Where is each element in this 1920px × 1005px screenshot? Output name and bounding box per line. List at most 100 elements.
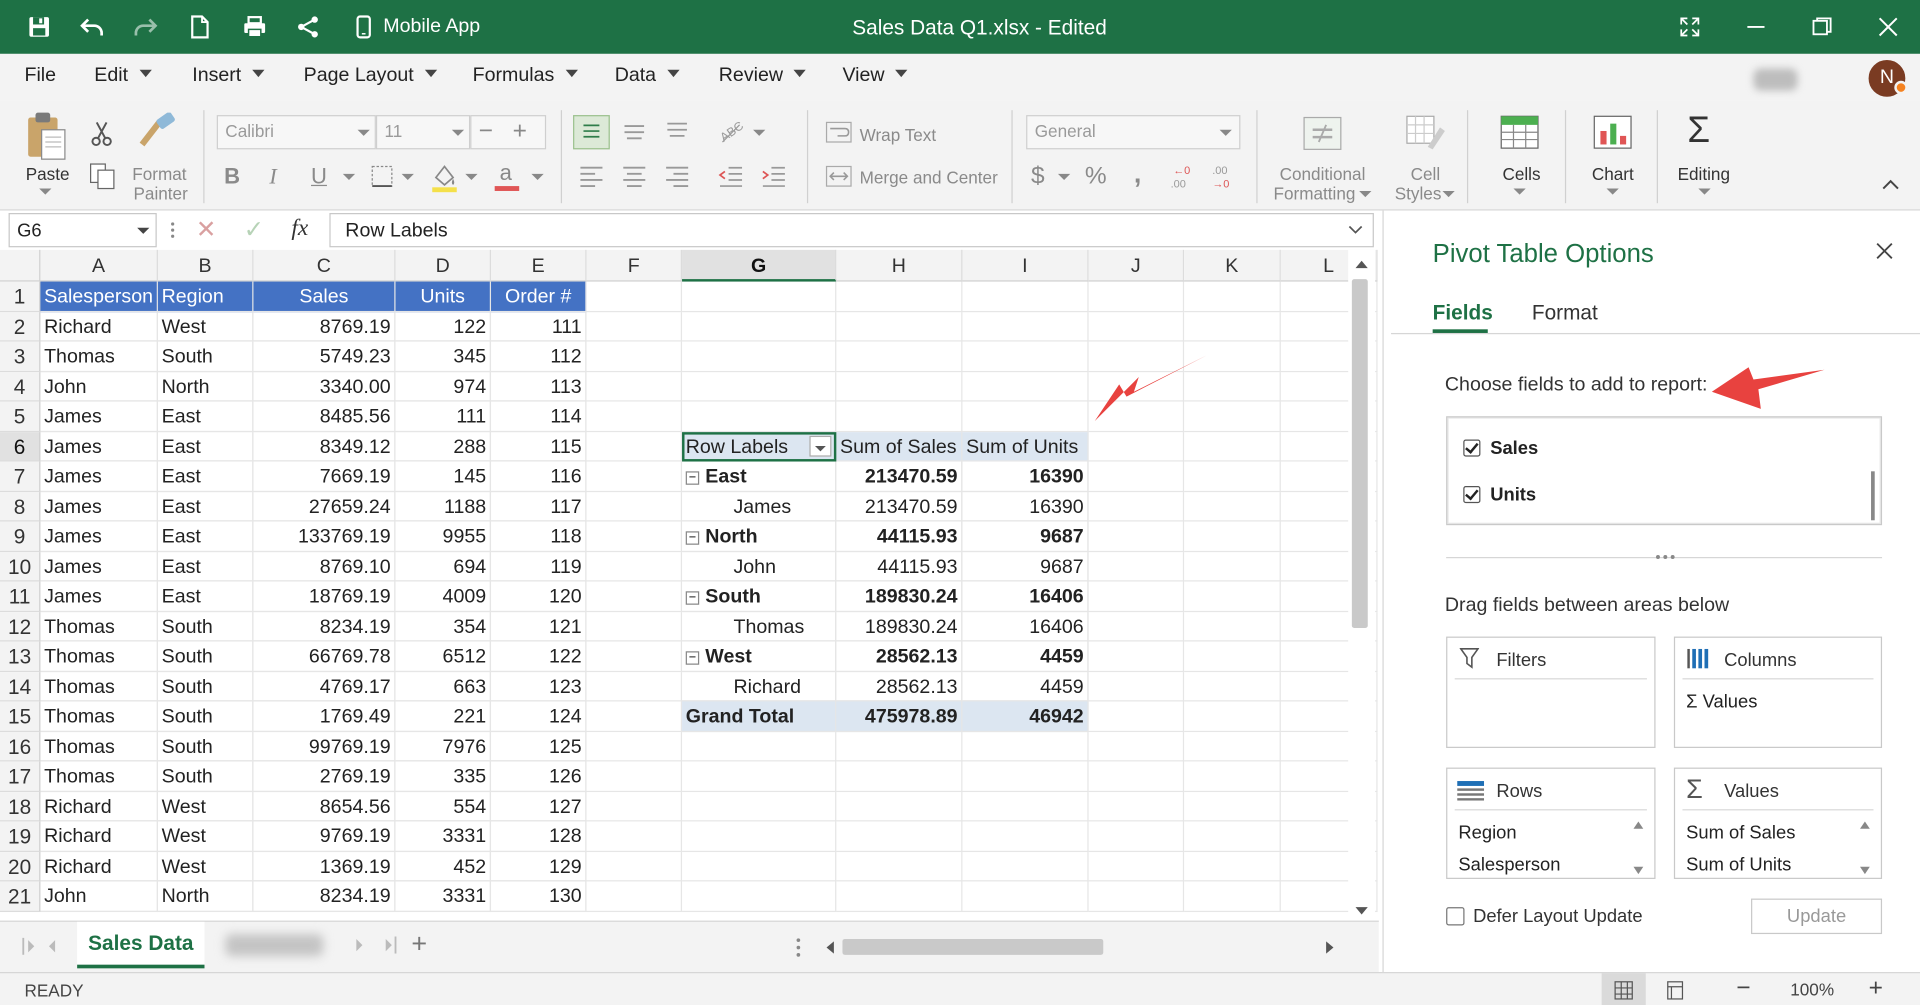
cell[interactable] <box>586 821 683 852</box>
table-cell[interactable]: South <box>157 731 254 762</box>
cell[interactable] <box>1088 581 1185 612</box>
cell[interactable] <box>682 851 837 882</box>
pivot-units-cell[interactable]: 4459 <box>962 641 1089 672</box>
cell[interactable] <box>1088 611 1185 642</box>
row-header-14[interactable]: 14 <box>0 671 41 702</box>
add-sheet-icon[interactable]: + <box>411 928 427 960</box>
cell[interactable] <box>962 821 1089 852</box>
cell[interactable] <box>836 821 963 852</box>
orientation-icon[interactable]: ABC <box>715 115 747 147</box>
chevron-down-icon[interactable] <box>39 188 52 195</box>
table-cell[interactable]: 112 <box>491 341 587 372</box>
table-cell[interactable]: East <box>157 431 254 462</box>
sheet-nav-next-icons[interactable] <box>353 936 397 954</box>
table-cell[interactable]: South <box>157 671 254 702</box>
table-header-cell[interactable]: Region <box>157 281 254 312</box>
cancel-icon[interactable]: ✕ <box>196 214 217 245</box>
cell[interactable] <box>1088 551 1185 582</box>
table-cell[interactable]: 120 <box>491 581 587 612</box>
cell[interactable] <box>586 341 683 372</box>
cell[interactable] <box>1184 731 1281 762</box>
table-cell[interactable]: Thomas <box>40 611 158 642</box>
cell[interactable] <box>1184 881 1281 912</box>
chevron-down-icon[interactable] <box>401 173 414 180</box>
chevron-down-icon[interactable] <box>753 129 766 136</box>
wrap-text-label[interactable]: Wrap Text <box>860 125 937 145</box>
field-list-scrollbar[interactable] <box>1871 471 1875 521</box>
tab-format[interactable]: Format <box>1532 301 1598 325</box>
table-cell[interactable]: East <box>157 521 254 552</box>
field-units[interactable]: Units <box>1463 485 1732 509</box>
collapse-ribbon-icon[interactable] <box>1881 176 1901 191</box>
field-sales[interactable]: Sales <box>1463 438 1732 462</box>
table-cell[interactable]: 694 <box>395 551 492 582</box>
page-layout-view-icon[interactable] <box>1665 981 1685 1001</box>
pivot-sales-cell[interactable]: 28562.13 <box>836 641 963 672</box>
cell[interactable] <box>586 521 683 552</box>
table-cell[interactable]: South <box>157 701 254 732</box>
table-cell[interactable]: 1188 <box>395 491 492 522</box>
pivot-units-cell[interactable]: 16390 <box>962 491 1089 522</box>
cell[interactable] <box>962 371 1089 402</box>
scroll-down-icon[interactable] <box>1354 906 1369 916</box>
cell[interactable] <box>1184 461 1281 492</box>
align-left-button[interactable] <box>576 162 608 191</box>
table-cell[interactable]: 8234.19 <box>253 611 396 642</box>
cell[interactable] <box>1184 851 1281 882</box>
share-icon[interactable] <box>294 12 323 41</box>
cell[interactable] <box>962 761 1089 792</box>
table-cell[interactable]: 122 <box>491 641 587 672</box>
cell[interactable] <box>1184 521 1281 552</box>
pivot-units-cell[interactable]: 16406 <box>962 581 1089 612</box>
menu-file[interactable]: File <box>24 65 56 87</box>
collapse-icon[interactable]: − <box>685 651 700 665</box>
sheet-tab-blurred[interactable] <box>225 934 324 957</box>
editing-label[interactable]: Editing <box>1678 164 1730 184</box>
cell[interactable] <box>1184 551 1281 582</box>
cell[interactable] <box>586 851 683 882</box>
collapse-icon[interactable]: − <box>685 471 700 485</box>
row-header-16[interactable]: 16 <box>0 731 41 762</box>
table-cell[interactable]: Thomas <box>40 761 158 792</box>
table-cell[interactable]: 128 <box>491 821 587 852</box>
mobile-icon[interactable] <box>349 12 378 41</box>
menu-edit[interactable]: Edit <box>94 65 152 87</box>
table-cell[interactable]: 452 <box>395 851 492 882</box>
pivot-units-cell[interactable]: 9687 <box>962 521 1089 552</box>
comma-button[interactable]: , <box>1134 160 1142 187</box>
row-header-7[interactable]: 7 <box>0 461 41 492</box>
menu-review[interactable]: Review <box>719 65 807 87</box>
borders-icon[interactable] <box>370 164 394 188</box>
table-cell[interactable]: East <box>157 401 254 432</box>
pivot-sales-cell[interactable]: 44115.93 <box>836 551 963 582</box>
cell[interactable] <box>1088 461 1185 492</box>
cell[interactable] <box>1088 791 1185 822</box>
pivot-item-label[interactable]: James <box>682 491 837 522</box>
columns-item-values[interactable]: Σ Values <box>1686 692 1757 713</box>
cell[interactable] <box>1184 761 1281 792</box>
avatar[interactable]: N <box>1866 57 1908 100</box>
row-header-1[interactable]: 1 <box>0 281 41 312</box>
table-cell[interactable]: West <box>157 791 254 822</box>
vertical-scroll-thumb[interactable] <box>1351 279 1368 629</box>
table-cell[interactable]: 127 <box>491 791 587 822</box>
table-cell[interactable]: North <box>157 371 254 402</box>
chevron-down-icon[interactable] <box>342 173 356 180</box>
table-cell[interactable]: Richard <box>40 851 158 882</box>
table-cell[interactable]: 123 <box>491 671 587 702</box>
formula-bar-grip[interactable] <box>170 220 175 240</box>
row-header-8[interactable]: 8 <box>0 491 41 522</box>
row-header-15[interactable]: 15 <box>0 701 41 732</box>
fill-color-icon[interactable] <box>430 162 459 194</box>
table-cell[interactable]: 27659.24 <box>253 491 396 522</box>
format-painter-icon[interactable] <box>137 112 179 150</box>
table-header-cell[interactable]: Order # <box>491 281 587 312</box>
table-cell[interactable]: 8349.12 <box>253 431 396 462</box>
table-cell[interactable]: South <box>157 341 254 372</box>
pivot-grand-total-units[interactable]: 46942 <box>962 701 1089 732</box>
row-header-13[interactable]: 13 <box>0 641 41 672</box>
cell[interactable] <box>1184 641 1281 672</box>
cell[interactable] <box>682 341 837 372</box>
cell[interactable] <box>586 551 683 582</box>
cell[interactable] <box>1184 491 1281 522</box>
